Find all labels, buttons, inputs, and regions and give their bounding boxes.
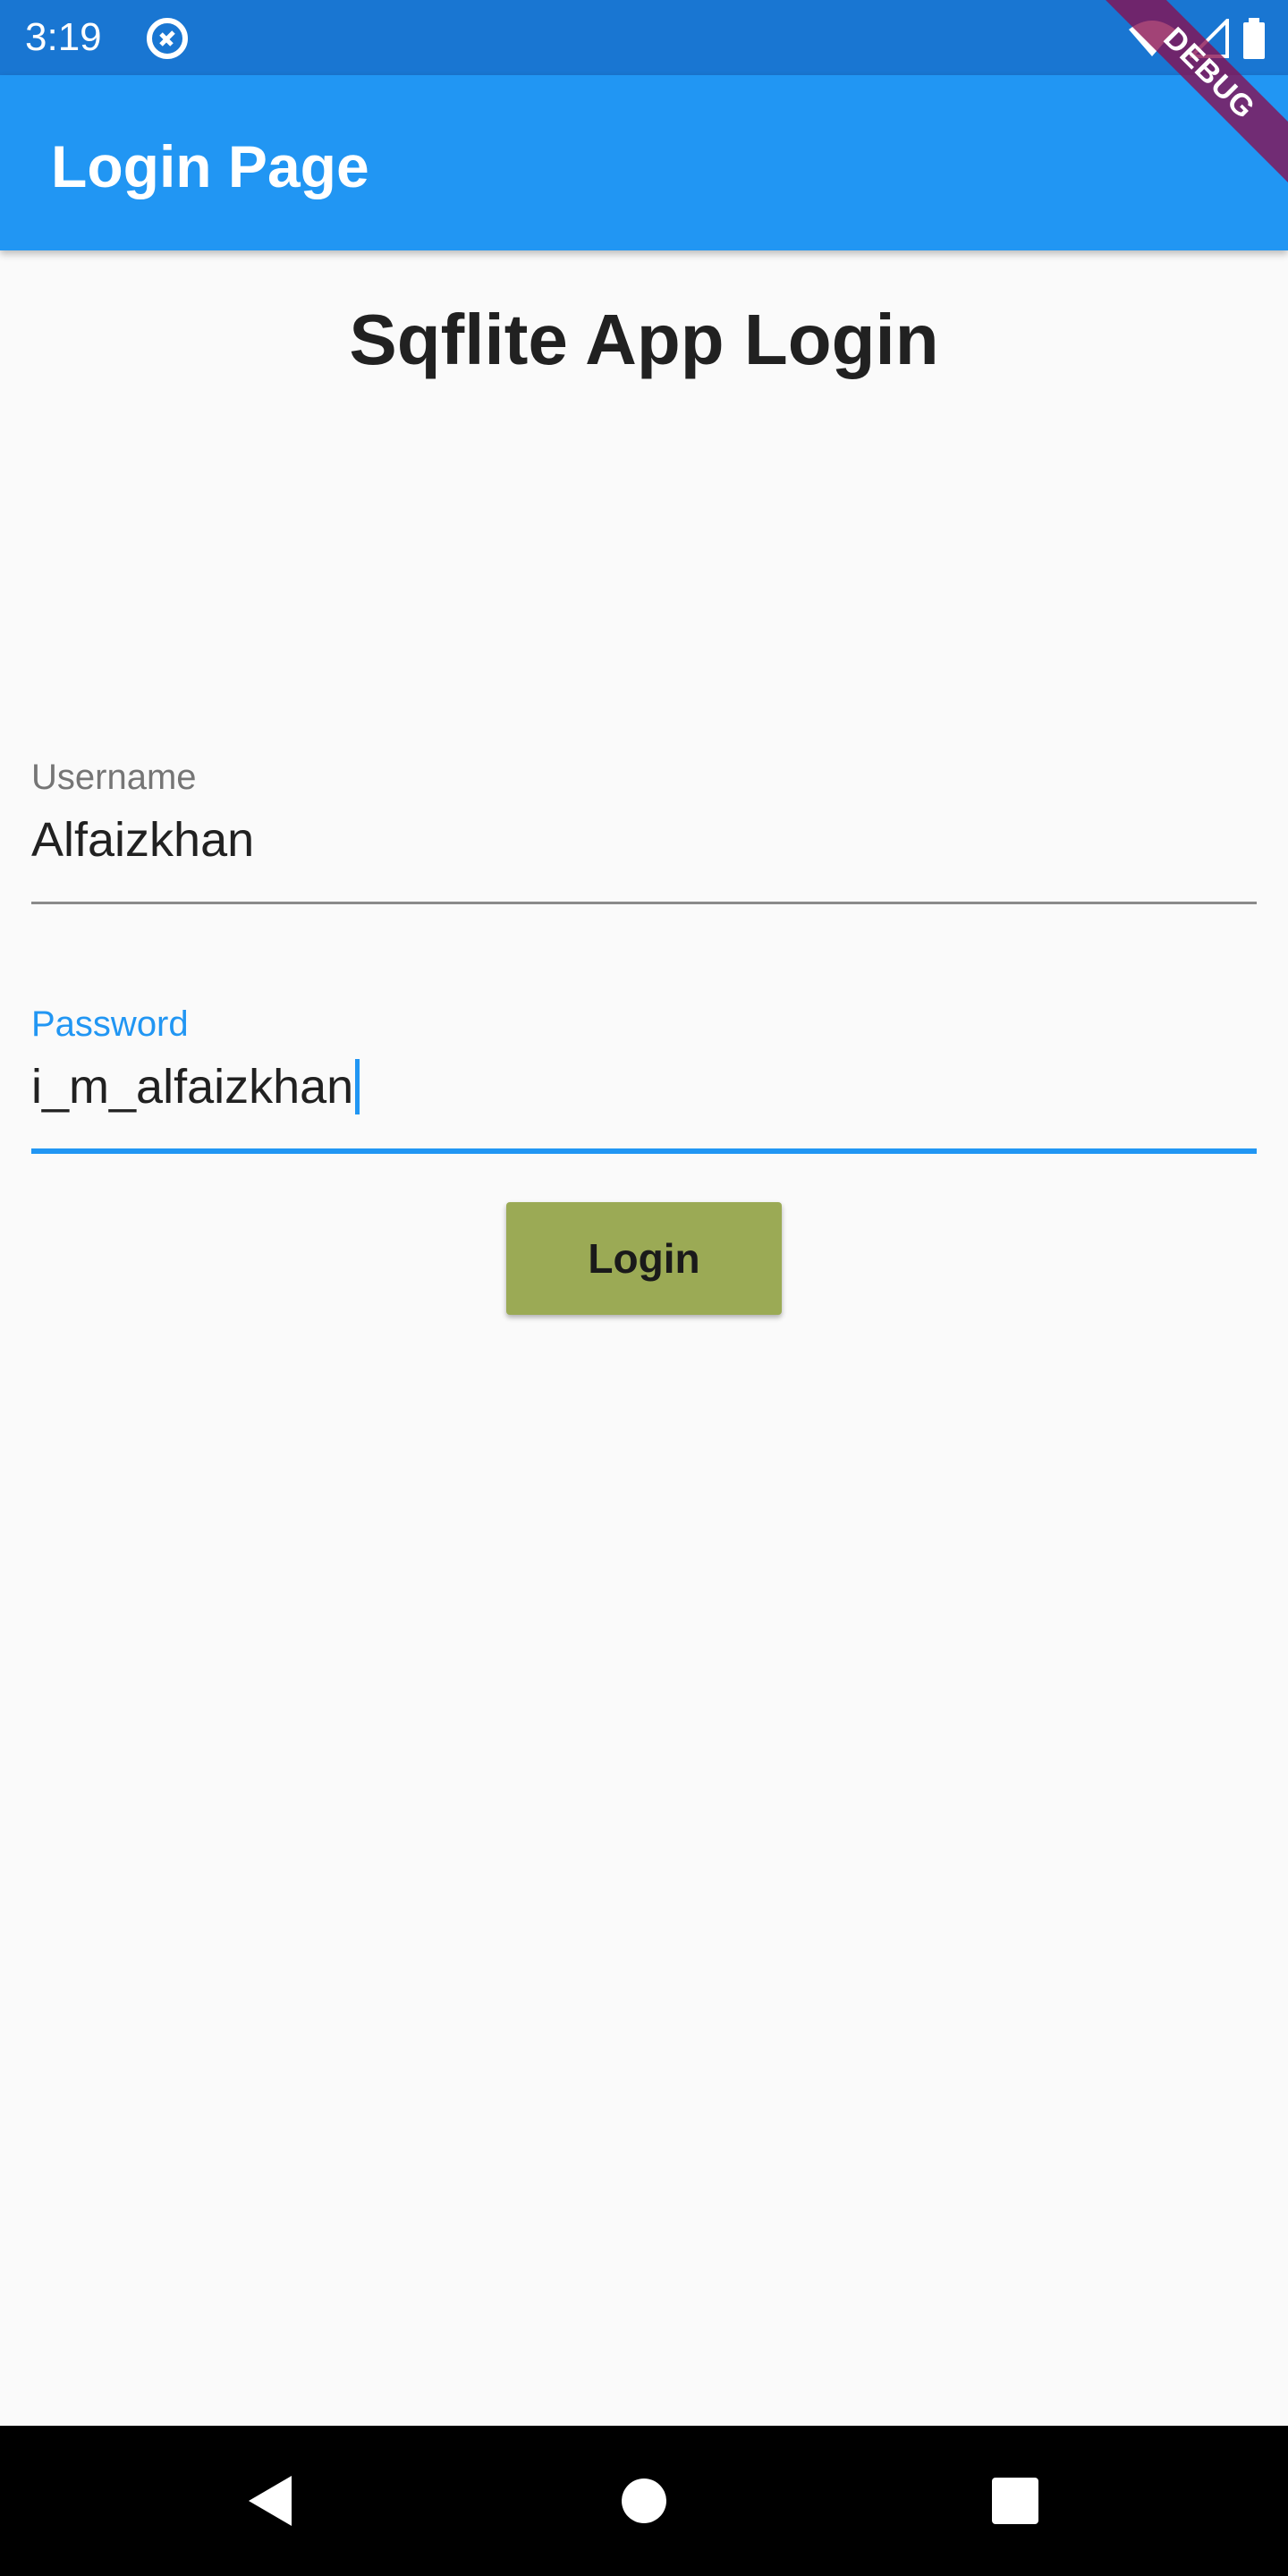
username-underline [31, 902, 1257, 904]
app-bar-title: Login Page [51, 133, 369, 199]
username-label: Username [31, 758, 197, 797]
signal-icon [1190, 19, 1229, 58]
home-button[interactable] [572, 2426, 716, 2576]
app-bar: Login Page [0, 75, 1288, 250]
username-input[interactable]: Alfaizkhan [31, 809, 1257, 871]
back-icon [249, 2476, 292, 2526]
login-button[interactable]: Login [506, 1202, 782, 1315]
home-icon [622, 2479, 666, 2523]
password-value: i_m_alfaizkhan [31, 1060, 354, 1114]
wifi-icon [1129, 21, 1175, 56]
text-cursor [355, 1059, 360, 1114]
password-field[interactable]: Password i_m_alfaizkhan [31, 1002, 1257, 1157]
status-time: 3:19 [25, 15, 102, 59]
recents-button[interactable] [944, 2426, 1087, 2576]
navigation-bar [0, 2426, 1288, 2576]
password-label: Password [31, 1004, 189, 1044]
page-heading: Sqflite App Login [349, 300, 939, 379]
username-field[interactable]: Username Alfaizkhan [31, 755, 1257, 907]
login-screen: 3:19 Login Page DEBUG Sqflite App Login [0, 0, 1288, 2576]
password-input[interactable]: i_m_alfaizkhan [31, 1055, 1257, 1118]
status-icons [1127, 16, 1267, 61]
battery-icon [1243, 18, 1265, 59]
recents-icon [992, 2478, 1038, 2524]
password-underline [31, 1148, 1257, 1154]
app-notification-icon [147, 18, 188, 59]
status-bar: 3:19 [0, 0, 1288, 75]
back-button[interactable] [199, 2426, 342, 2576]
username-value: Alfaizkhan [31, 813, 255, 867]
